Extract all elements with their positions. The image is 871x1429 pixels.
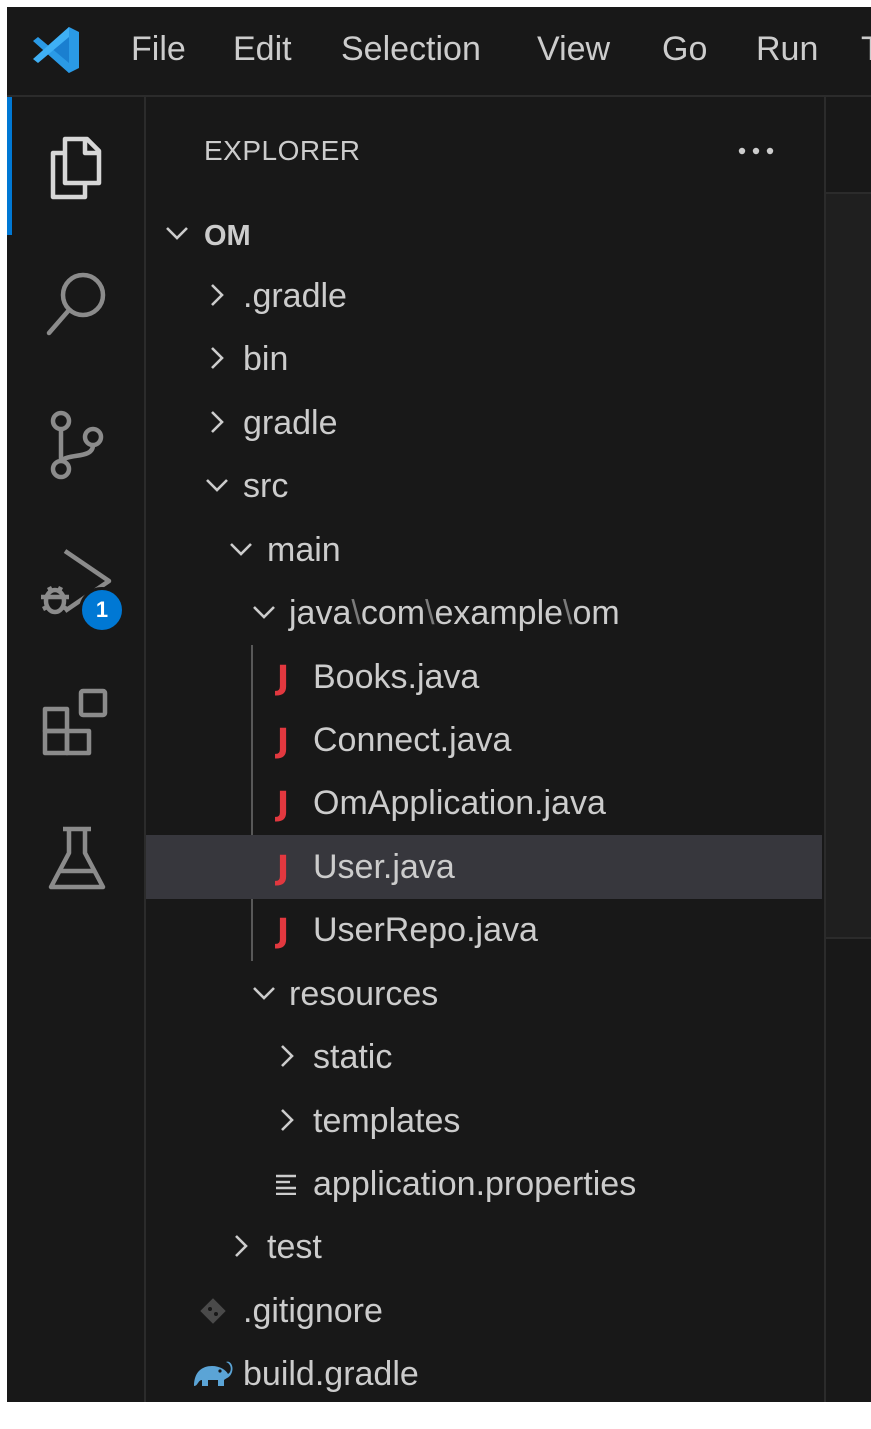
java-file-icon: J [276,657,290,697]
chevron-right-icon [281,1045,294,1067]
tree-file-connect-java[interactable]: J Connect.java [146,708,822,772]
tree-file-build-gradle[interactable]: build.gradle [146,1342,822,1402]
tree-folder-test[interactable]: test [146,1215,822,1279]
tree-label: resources [289,975,439,1013]
menu-selection[interactable]: Selection [341,29,481,69]
tree-label: templates [313,1102,461,1140]
tree-root-om[interactable]: OM [146,202,822,266]
path-separator: \ [351,594,361,632]
tree-file-userrepo-java[interactable]: J UserRepo.java [146,898,822,962]
activity-bar: 1 [7,97,146,1402]
path-segment[interactable]: example [435,594,564,632]
chevron-down-icon [166,227,188,240]
tree-file-books-java[interactable]: J Books.java [146,645,822,709]
tree-label: build.gradle [243,1355,419,1393]
chevron-right-icon [211,347,224,369]
tree-label: Connect.java [313,721,512,759]
java-file-icon: J [276,783,290,823]
chevron-right-icon [211,411,224,433]
menu-edit[interactable]: Edit [233,29,292,69]
tree-label: User.java [313,848,455,886]
vscode-logo-icon [29,23,83,77]
java-file-icon: J [276,720,290,760]
tree-label: static [313,1038,393,1076]
menu-file[interactable]: File [131,29,186,69]
gradle-elephant-icon [190,1356,234,1392]
chevron-right-icon [211,284,224,306]
chevron-right-icon [235,1235,248,1257]
tree-folder-dot-gradle[interactable]: .gradle [146,264,822,328]
tree-label: .gradle [243,277,347,315]
menu-go[interactable]: Go [662,29,707,69]
java-file-icon: J [276,847,290,887]
tree-label: main [267,531,341,569]
chevron-down-icon [253,606,275,619]
tree-folder-java-package[interactable]: java\com\example\om [146,581,822,645]
tree-label: .gitignore [243,1292,383,1330]
tree-folder-resources[interactable]: resources [146,962,822,1026]
tree-label: OM [204,220,251,252]
tree-folder-bin[interactable]: bin [146,327,822,391]
chevron-down-icon [206,479,228,492]
tree-file-application-properties[interactable]: application.properties [146,1152,822,1216]
source-control-icon[interactable] [39,407,115,483]
menu-run[interactable]: Run [756,29,818,69]
ellipsis-icon [738,147,774,155]
active-indicator [7,97,12,235]
path-segment[interactable]: com [361,594,425,632]
explorer-title: EXPLORER [204,135,361,166]
tree-folder-static[interactable]: static [146,1025,822,1089]
tree-folder-src[interactable]: src [146,454,822,518]
java-file-icon: J [276,910,290,950]
git-file-icon [196,1293,230,1329]
menu-terminal-partial[interactable]: T [861,29,871,69]
menu-view[interactable]: View [537,29,610,69]
chevron-down-icon [230,543,252,556]
path-separator: \ [425,594,435,632]
tree-folder-gradle[interactable]: gradle [146,391,822,455]
tree-label: bin [243,340,289,378]
more-actions-button[interactable] [734,129,778,173]
tree-folder-templates[interactable]: templates [146,1089,822,1153]
tree-label: UserRepo.java [313,911,538,949]
properties-file-icon [270,1166,304,1202]
tree-file-omapplication-java[interactable]: J OmApplication.java [146,771,822,835]
vscode-window: File Edit Selection View Go Run T [7,7,871,1402]
tree-label: OmApplication.java [313,784,606,822]
tree-file-gitignore[interactable]: .gitignore [146,1279,822,1343]
tree-folder-main[interactable]: main [146,518,822,582]
chevron-right-icon [281,1109,294,1131]
bottom-panel [826,937,871,1402]
chevron-down-icon [253,987,275,1000]
tree-label: Books.java [313,658,480,696]
tree-label-compact-path: java\com\example\om [289,591,620,635]
tree-label: src [243,467,289,505]
testing-icon[interactable] [39,821,115,897]
explorer-icon[interactable] [39,127,115,203]
explorer-sidebar: EXPLORER OM .gradle bin gradle src main … [146,97,822,1402]
menu-bar: File Edit Selection View Go Run T [7,7,871,97]
path-segment[interactable]: java [289,594,351,632]
run-debug-badge: 1 [79,587,125,633]
editor-area [824,97,871,1402]
tree-file-user-java[interactable]: J User.java [146,835,822,899]
search-icon[interactable] [39,265,115,341]
tree-label: test [267,1228,322,1266]
path-segment[interactable]: om [572,594,619,632]
tree-label: application.properties [313,1165,637,1203]
editor-tab-bar [826,97,871,194]
tree-label: gradle [243,404,338,442]
extensions-icon[interactable] [39,685,115,761]
